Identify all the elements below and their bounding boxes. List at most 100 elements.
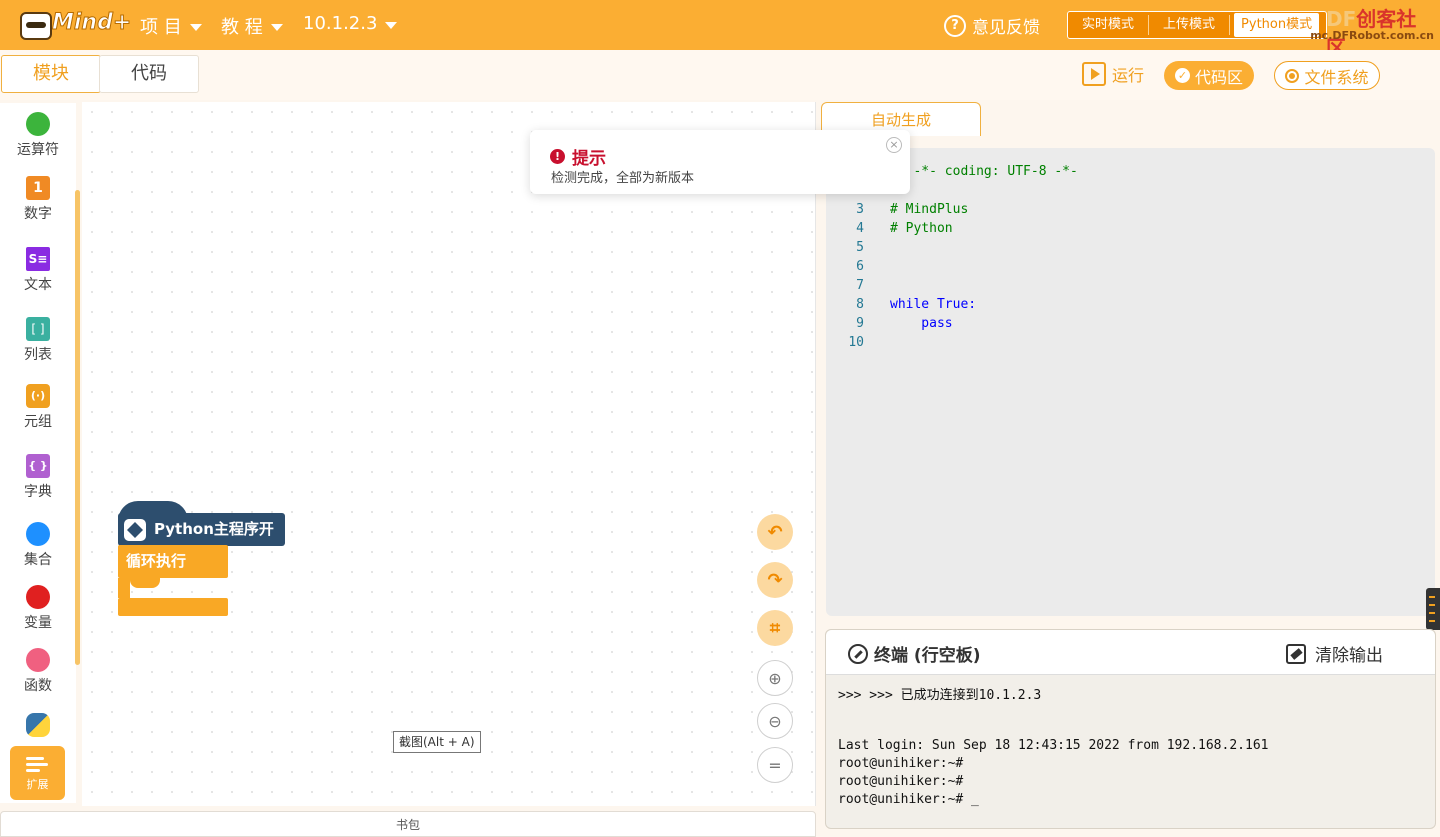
terminal-header: 终端 (行空板) 清除输出 (826, 630, 1435, 675)
category-operators[interactable]: 运算符 (0, 112, 76, 159)
radio-icon (1285, 68, 1300, 83)
variable-icon (26, 585, 50, 609)
list-icon: [ ] (26, 317, 50, 341)
chevron-down-icon (270, 24, 283, 31)
python-icon (26, 713, 50, 737)
mindplus-logo[interactable]: Mind+ (18, 8, 132, 44)
backpack-bar[interactable]: 书包 (0, 811, 816, 837)
category-tuple[interactable]: (·) 元组 (0, 384, 76, 431)
check-icon: ✓ (1174, 68, 1190, 83)
close-icon[interactable]: × (886, 137, 902, 153)
code-line: 8 while True: (826, 297, 1426, 316)
menu-tutorial-label: 教 程 (221, 17, 263, 38)
reset-zoom-button[interactable]: = (757, 747, 793, 783)
python-icon (124, 519, 146, 541)
forever-loop-block[interactable]: 循环执行 (118, 545, 228, 616)
terminal-line: root@unihiker:~# (838, 774, 964, 789)
chevron-down-icon (385, 21, 398, 29)
code-editor[interactable]: 1# -*- coding: UTF-8 -*-23 # MindPlus 4 # P… (826, 148, 1435, 616)
code-area-button[interactable]: ✓ 代码区 (1164, 61, 1254, 90)
code-line: 1# -*- coding: UTF-8 -*- (826, 164, 1426, 183)
category-sidebar: 运算符 1 数字 S≡ 文本 [ ] 列表 (·) 元组 { } 字典 集合 变… (0, 103, 76, 803)
file-system-label: 文件系统 (1304, 67, 1369, 87)
terminal-title: 终端 (行空板) (874, 646, 981, 666)
crop-button[interactable]: ⌗ (757, 610, 793, 646)
mode-realtime[interactable]: 实时模式 (1068, 15, 1150, 35)
code-line: 10 (826, 335, 1426, 354)
code-line: 4 # Python (826, 221, 1426, 240)
zoom-in-icon: ⊕ (768, 668, 782, 688)
menu-project[interactable]: 项 目 (140, 13, 202, 39)
mode-python[interactable]: Python模式 (1234, 13, 1320, 37)
terminal-line: >>> >>> 已成功连接到10.1.2.3 (838, 688, 1042, 703)
feedback-button[interactable]: ? 意见反馈 (944, 13, 1040, 38)
brand-df: DF (1326, 7, 1357, 31)
category-label: 元组 (24, 414, 52, 430)
set-icon (26, 522, 50, 546)
block-workspace[interactable] (82, 102, 816, 806)
mode-upload[interactable]: 上传模式 (1149, 15, 1231, 35)
code-text: pass (890, 316, 953, 331)
eraser-icon (1286, 643, 1306, 664)
crop-icon: ⌗ (769, 617, 781, 639)
extension-label: 扩展 (26, 778, 49, 791)
brand-url: mc.DFRobot.com.cn (1310, 29, 1434, 42)
redo-button[interactable]: ↷ (757, 562, 793, 598)
menu-device-label: 10.1.2.3 (303, 13, 378, 34)
menu-project-label: 项 目 (140, 17, 182, 38)
line-number: 4 (856, 221, 864, 236)
feedback-label: 意见反馈 (972, 18, 1040, 38)
category-function[interactable]: 函数 (0, 648, 76, 695)
category-python[interactable] (0, 713, 76, 740)
category-label: 列表 (24, 347, 52, 363)
extension-button[interactable]: 扩展 (10, 746, 65, 800)
category-variable[interactable]: 变量 (0, 585, 76, 632)
tuple-icon: (·) (26, 384, 50, 408)
line-number: 7 (856, 278, 864, 293)
clear-output-button[interactable]: 清除输出 (1286, 641, 1383, 666)
operator-icon (26, 112, 50, 136)
run-label: 运行 (1112, 66, 1145, 85)
tab-code[interactable]: 代码 (99, 55, 199, 93)
side-handle[interactable] (1426, 588, 1440, 630)
undo-icon: ↶ (767, 521, 783, 543)
menu-device[interactable]: 10.1.2.3 (303, 13, 398, 34)
menu-tutorial[interactable]: 教 程 (221, 13, 283, 39)
code-text: while True: (890, 297, 977, 312)
undo-button[interactable]: ↶ (757, 514, 793, 550)
code-area-label: 代码区 (1194, 67, 1243, 87)
zoom-in-button[interactable]: ⊕ (757, 660, 793, 696)
category-text[interactable]: S≡ 文本 (0, 247, 76, 294)
code-text: # -*- coding: UTF-8 -*- (890, 164, 1078, 179)
code-line: 3 # MindPlus (826, 202, 1426, 221)
category-set[interactable]: 集合 (0, 522, 76, 569)
python-main-block[interactable]: Python主程序开始 (118, 501, 285, 571)
notification-toast: ! 提示 检测完成，全部为新版本 × (530, 130, 910, 194)
alert-icon: ! (550, 149, 565, 164)
terminal-panel[interactable]: 终端 (行空板) 清除输出 >>> >>> 已成功连接到10.1.2.3 Last… (825, 629, 1436, 829)
tab-blocks[interactable]: 模块 (1, 55, 101, 93)
chevron-down-icon (189, 24, 202, 31)
mode-switch: 实时模式 上传模式 Python模式 (1067, 11, 1327, 39)
function-icon (26, 648, 50, 672)
zoom-out-icon: ⊖ (768, 711, 782, 731)
category-label: 函数 (24, 678, 52, 694)
file-system-button[interactable]: 文件系统 (1274, 61, 1380, 90)
category-numbers[interactable]: 1 数字 (0, 176, 76, 223)
line-number: 9 (856, 316, 864, 331)
code-line: 9 pass (826, 316, 1426, 335)
code-text: # MindPlus (890, 202, 969, 217)
app-name: Mind+ (51, 10, 132, 36)
clear-output-label: 清除输出 (1315, 646, 1383, 666)
dict-icon: { } (26, 454, 50, 478)
code-line: 5 (826, 240, 1426, 259)
zoom-out-button[interactable]: ⊖ (757, 703, 793, 739)
category-dict[interactable]: { } 字典 (0, 454, 76, 501)
run-button[interactable]: 运行 (1082, 62, 1144, 86)
play-icon (1082, 62, 1106, 86)
toast-title: 提示 (572, 149, 606, 169)
category-label: 字典 (24, 484, 52, 500)
category-list[interactable]: [ ] 列表 (0, 317, 76, 364)
code-line: 2 (826, 183, 1426, 202)
category-scrollbar[interactable] (75, 190, 80, 665)
